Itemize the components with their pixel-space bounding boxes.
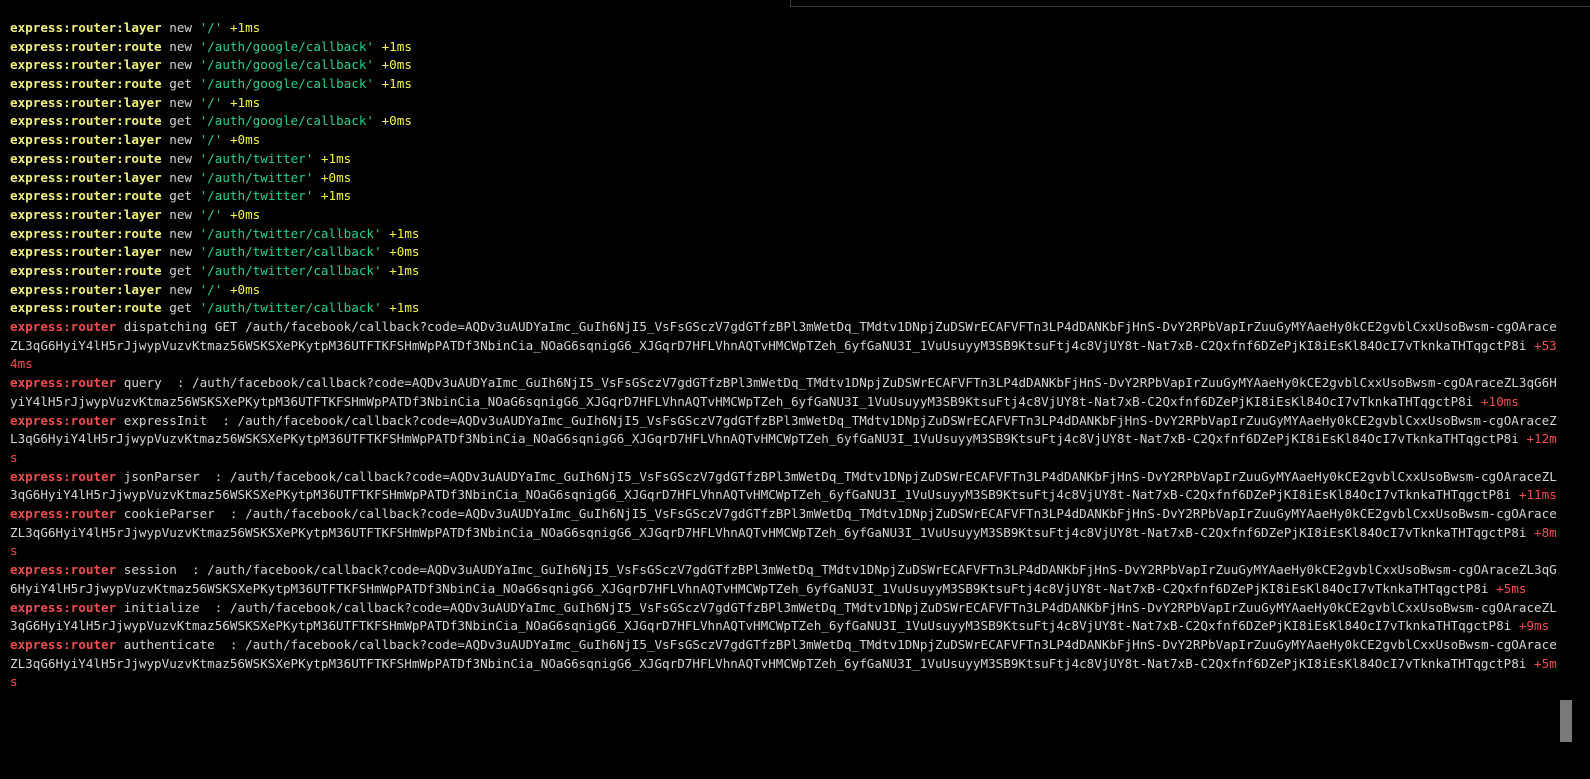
router-log-entry: express:router session : /auth/facebook/…	[10, 562, 1557, 596]
log-line: express:router:layer new '/' +0ms	[10, 132, 261, 148]
router-log-entry: express:router jsonParser : /auth/facebo…	[10, 468, 1557, 503]
log-line: express:router:route get '/auth/google/c…	[10, 113, 412, 129]
log-line: express:router:layer new '/' +1ms	[10, 20, 261, 35]
top-panel-border	[790, 0, 1590, 7]
log-line: express:router:layer new '/' +1ms	[10, 94, 261, 110]
log-line: express:router:route get '/auth/google/c…	[10, 76, 412, 92]
vertical-scrollbar[interactable]	[1560, 700, 1572, 742]
log-line: express:router:route get '/auth/twitter/…	[10, 262, 420, 278]
router-log-entry: express:router initialize : /auth/facebo…	[10, 599, 1557, 634]
log-line: express:router:route get '/auth/twitter/…	[10, 300, 420, 316]
terminal-output: express:router:layer new '/' +1ms expres…	[10, 19, 1560, 692]
router-log-entry: express:router expressInit : /auth/faceb…	[10, 412, 1557, 465]
log-line: express:router:route new '/auth/twitter/…	[10, 225, 420, 241]
log-line: express:router:route get '/auth/twitter'…	[10, 188, 352, 204]
log-line: express:router:route new '/auth/google/c…	[10, 38, 412, 54]
log-line: express:router:layer new '/auth/google/c…	[10, 57, 412, 73]
log-line: express:router:layer new '/' +0ms	[10, 281, 261, 297]
router-log-entry: express:router query : /auth/facebook/ca…	[10, 375, 1557, 409]
router-log-entry: express:router dispatching GET /auth/fac…	[10, 319, 1557, 372]
log-line: express:router:layer new '/' +0ms	[10, 206, 261, 222]
router-log-entry: express:router authenticate : /auth/face…	[10, 636, 1557, 690]
log-line: express:router:layer new '/auth/twitter'…	[10, 169, 352, 185]
router-log-entry: express:router cookieParser : /auth/face…	[10, 506, 1557, 559]
log-line: express:router:route new '/auth/twitter'…	[10, 150, 352, 166]
log-line: express:router:layer new '/auth/twitter/…	[10, 244, 420, 260]
